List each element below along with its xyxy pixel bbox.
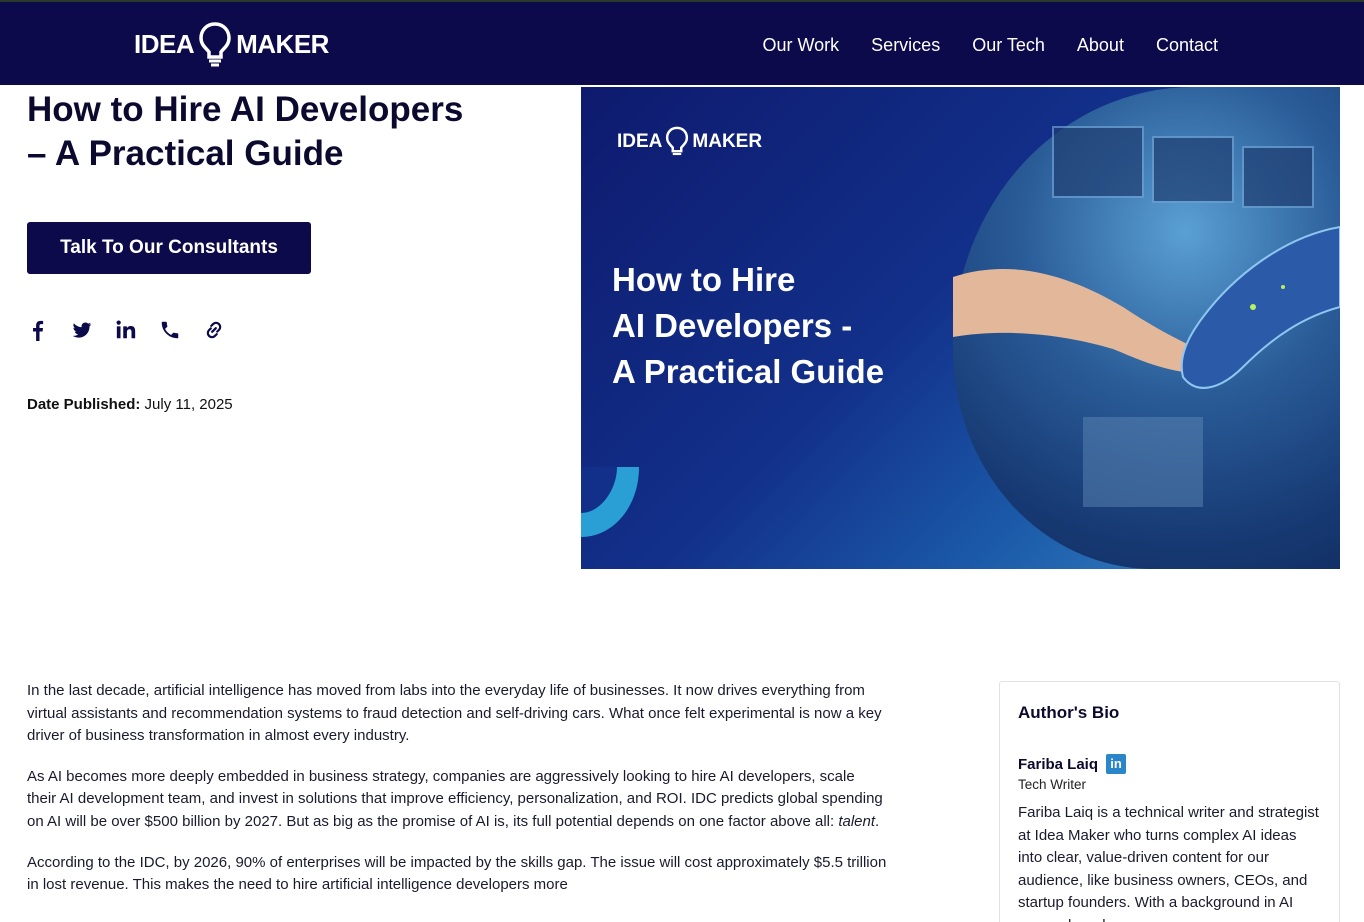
linkedin-icon[interactable] [115,318,137,342]
talk-to-consultants-button[interactable]: Talk To Our Consultants [27,222,311,274]
article-paragraph-3: According to the IDC, by 2026, 90% of en… [27,853,887,894]
hero-image-title-line2: AI Developers - [612,307,853,344]
article-paragraph-1: In the last decade, artificial intellige… [27,682,882,745]
nav-about[interactable]: About [1077,33,1124,57]
nav-services[interactable]: Services [871,33,940,57]
logo-text-maker: MAKER [236,28,329,59]
article-body: In the last decade, artificial intellige… [27,680,887,915]
page-title-line1: How to Hire AI Developers [27,90,464,129]
hero-image-logo-idea: IDEA [617,131,663,152]
handshake-photo [953,87,1340,569]
article-paragraph-2-text: As AI becomes more deeply embedded in bu… [27,767,883,830]
page-title-line2: – A Practical Guide [27,134,344,173]
share-bar [27,318,225,342]
hero-image: IDEA MAKER How to Hire AI Developers - A… [581,87,1340,569]
author-bio-card: Author's Bio Fariba Laiq in Tech Writer … [999,681,1340,922]
date-value: July 11, 2025 [144,396,233,413]
lightbulb-icon [199,22,231,67]
date-published: Date Published: July 11, 2025 [27,395,233,415]
author-name: Fariba Laiq [1018,755,1099,773]
logo-text-idea: IDEA [134,28,195,59]
link-icon[interactable] [203,318,225,342]
main-nav: Our Work Services Our Tech About Contact [762,33,1218,57]
decorative-arc [581,467,639,537]
nav-our-tech[interactable]: Our Tech [972,33,1045,57]
article-paragraph-2: As AI becomes more deeply embedded in bu… [27,766,887,834]
article-paragraph-2-end: . [875,812,880,830]
author-bio-heading: Author's Bio [1018,703,1120,722]
author-name-row: Fariba Laiq in [1018,754,1321,774]
lightbulb-icon [666,126,689,156]
hero-image-title-line1: How to Hire [612,261,796,298]
site-header: IDEA MAKER Our Work Services Our Tech Ab… [0,0,1364,85]
nav-contact[interactable]: Contact [1156,33,1218,57]
article-paragraph-2-emphasis: talent [838,812,876,830]
nav-our-work[interactable]: Our Work [762,33,839,57]
hero-image-title-line3: A Practical Guide [612,353,885,390]
hero-image-title: How to Hire AI Developers - A Practical … [612,257,952,395]
date-label: Date Published: [27,396,141,413]
hero-image-logo: IDEA MAKER [617,125,762,159]
facebook-icon[interactable] [27,318,49,342]
phone-icon[interactable] [159,318,181,342]
page-title: How to Hire AI Developers – A Practical … [27,88,527,176]
hero-image-logo-maker: MAKER [692,131,763,152]
twitter-icon[interactable] [71,318,93,342]
author-linkedin-icon[interactable]: in [1106,754,1127,774]
site-logo[interactable]: IDEA MAKER [134,20,329,68]
author-role: Tech Writer [1018,777,1087,792]
handshake-illustration [953,126,1340,507]
author-bio-text: Fariba Laiq is a technical writer and st… [1018,804,1319,922]
